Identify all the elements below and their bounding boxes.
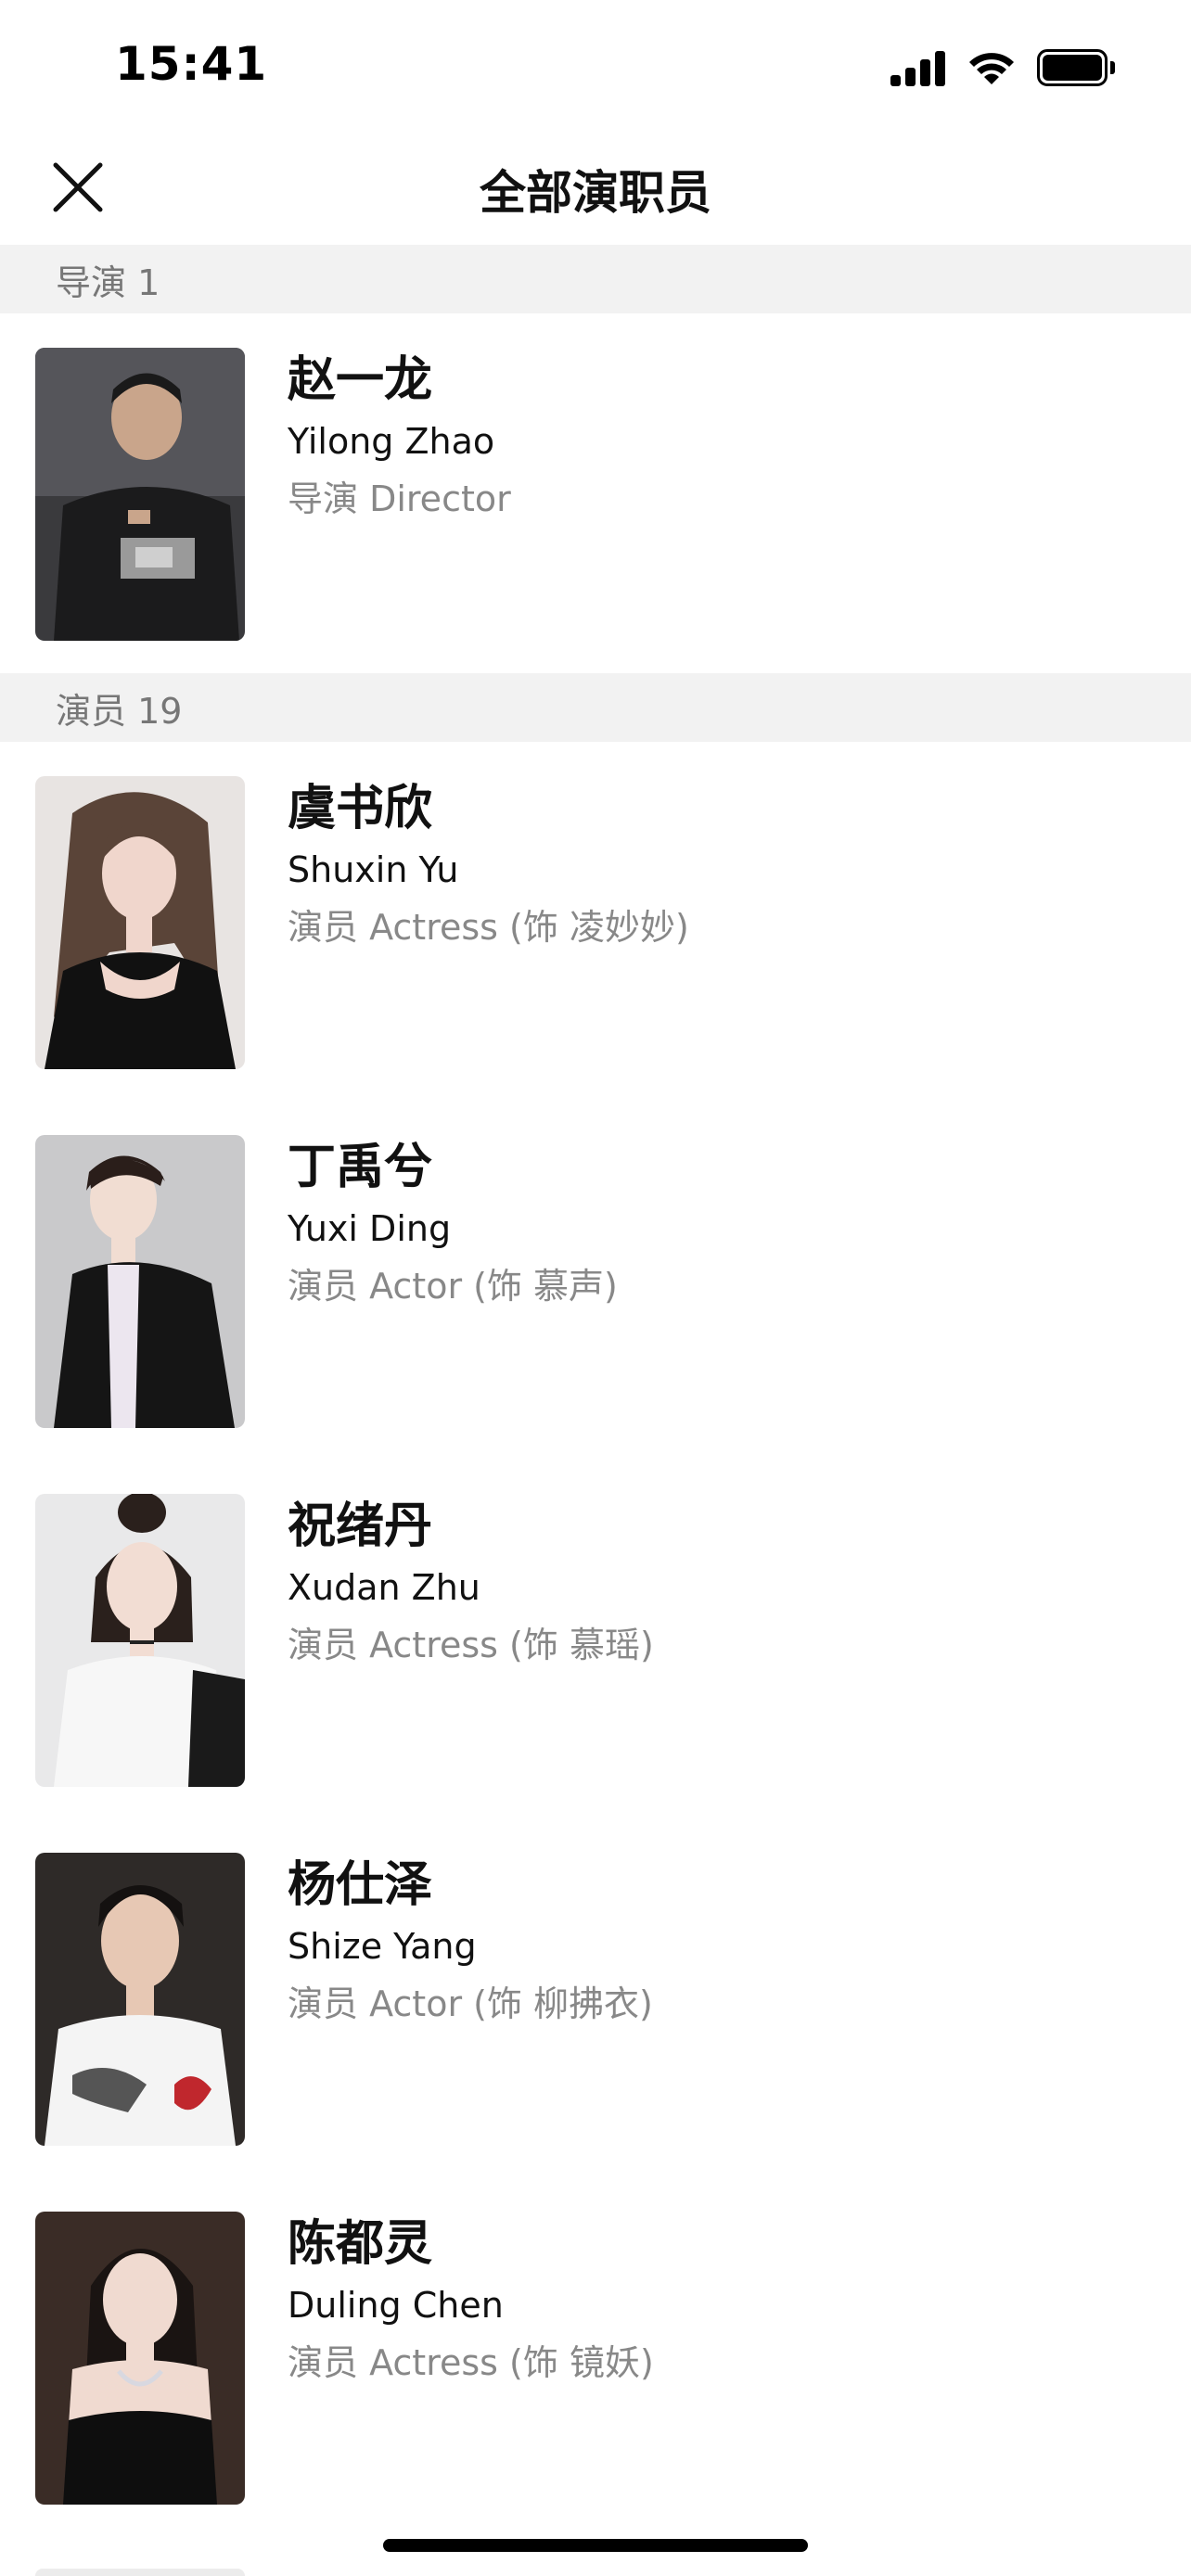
- cast-item[interactable]: 祝绪丹 Xudan Zhu 演员 Actress (饰 慕瑶): [0, 1494, 1191, 1787]
- cast-item[interactable]: 赵一龙 Yilong Zhao 导演 Director: [0, 348, 1191, 641]
- person-name-en: Xudan Zhu: [288, 1567, 480, 1608]
- person-photo: [35, 1853, 245, 2146]
- person-photo: [35, 1135, 245, 1428]
- person-photo: [35, 1494, 245, 1787]
- battery-icon: [1037, 49, 1115, 86]
- person-photo: [35, 776, 245, 1069]
- person-name-cn: 陈都灵: [288, 2216, 433, 2272]
- person-name-en: Shuxin Yu: [288, 849, 459, 890]
- home-indicator[interactable]: [383, 2539, 808, 2552]
- cast-item[interactable]: 虞书欣 Shuxin Yu 演员 Actress (饰 凌妙妙): [0, 776, 1191, 1069]
- screen: 15:41 全部演职员 导演 1 赵一龙 Yilong Zhao 导演 Dire…: [0, 0, 1191, 2576]
- person-name-cn: 杨仕泽: [288, 1857, 433, 1913]
- person-name-en: Shize Yang: [288, 1926, 477, 1967]
- cast-item[interactable]: 陈都灵 Duling Chen 演员 Actress (饰 镜妖): [0, 2212, 1191, 2505]
- wifi-icon: [969, 53, 1014, 84]
- cellular-signal-icon: [890, 49, 946, 86]
- cast-item[interactable]: 杨仕泽 Shize Yang 演员 Actor (饰 柳拂衣): [0, 1853, 1191, 2146]
- status-bar: 15:41: [0, 0, 1191, 130]
- nav-bar: 全部演职员: [0, 130, 1191, 245]
- person-name-en: Yuxi Ding: [288, 1208, 452, 1249]
- person-name-cn: 祝绪丹: [288, 1498, 433, 1554]
- person-name-cn: 丁禹兮: [288, 1140, 433, 1195]
- next-person-photo-peek: [35, 2569, 245, 2576]
- page-title: 全部演职员: [480, 166, 711, 220]
- person-name-en: Duling Chen: [288, 2285, 504, 2326]
- person-role: 演员 Actress (饰 镜妖): [288, 2342, 654, 2383]
- person-role: 演员 Actor (饰 柳拂衣): [288, 1983, 653, 2024]
- person-photo: [35, 2212, 245, 2505]
- status-time: 15:41: [115, 37, 268, 91]
- status-icons: [890, 48, 1115, 87]
- section-header-director: 导演 1: [0, 245, 1191, 313]
- person-role: 演员 Actor (饰 慕声): [288, 1266, 618, 1307]
- person-name-en: Yilong Zhao: [288, 421, 495, 462]
- person-name-cn: 赵一龙: [288, 352, 433, 408]
- section-header-actors: 演员 19: [0, 673, 1191, 742]
- person-role: 导演 Director: [288, 478, 511, 519]
- person-role: 演员 Actress (饰 凌妙妙): [288, 907, 689, 948]
- person-name-cn: 虞书欣: [288, 781, 433, 836]
- person-role: 演员 Actress (饰 慕瑶): [288, 1625, 654, 1665]
- person-photo: [35, 348, 245, 641]
- cast-item[interactable]: 丁禹兮 Yuxi Ding 演员 Actor (饰 慕声): [0, 1135, 1191, 1428]
